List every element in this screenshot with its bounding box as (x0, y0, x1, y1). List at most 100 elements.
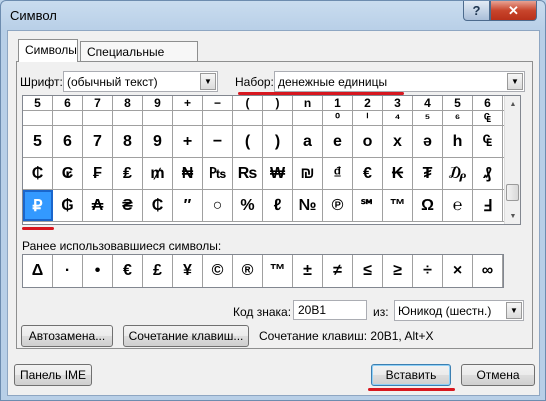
recent-symbol-cell[interactable]: ¥ (173, 255, 203, 287)
close-button[interactable]: ✕ (490, 1, 537, 21)
symbol-cell[interactable]: ₩ (263, 158, 293, 189)
symbol-cell[interactable]: ₯ (443, 158, 473, 189)
recent-symbol-cell[interactable]: • (83, 255, 113, 287)
selected-symbol-cell[interactable]: ₽ (23, 190, 53, 221)
symbol-cell[interactable]: ) (263, 126, 293, 157)
symbol-cell[interactable]: 6 (53, 126, 83, 157)
symbol-cell[interactable]: 5 (23, 126, 53, 157)
subset-select[interactable]: денежные единицы ▼ (274, 71, 525, 92)
symbol-cell[interactable]: ) (263, 96, 293, 110)
symbol-cell[interactable] (83, 110, 113, 125)
chevron-down-icon[interactable]: ▼ (507, 73, 523, 90)
recent-symbol-cell[interactable]: × (443, 255, 473, 287)
symbol-cell[interactable]: % (233, 190, 263, 221)
symbol-cell[interactable] (173, 110, 203, 125)
recent-symbol-cell[interactable]: ± (293, 255, 323, 287)
symbol-cell[interactable]: ₪ (293, 158, 323, 189)
symbol-cell[interactable]: x (383, 126, 413, 157)
recent-symbol-cell[interactable]: Δ (23, 255, 53, 287)
char-code-field[interactable]: 20B1 (293, 300, 367, 320)
symbol-cell[interactable]: a (293, 126, 323, 157)
symbol-cell[interactable]: 2 (353, 96, 383, 110)
symbol-cell[interactable]: 9 (143, 126, 173, 157)
chevron-down-icon[interactable]: ▼ (506, 302, 522, 319)
symbol-cell[interactable]: ₨ (233, 158, 263, 189)
shortcut-key-button[interactable]: Сочетание клавиш... (123, 325, 249, 347)
recent-symbols-list[interactable]: Δ · • € £ ¥ © ® ™ ± ≠ ≤ ≥ ÷ × ∞ (22, 254, 504, 288)
symbol-cell[interactable]: ₧ (203, 158, 233, 189)
symbol-cell[interactable] (53, 110, 83, 125)
symbol-cell[interactable]: ₤ (113, 158, 143, 189)
symbol-cell[interactable]: ⁶ (443, 110, 473, 125)
symbol-cell[interactable]: 8 (113, 126, 143, 157)
symbol-cell[interactable]: − (203, 126, 233, 157)
recent-symbol-cell[interactable]: ÷ (413, 255, 443, 287)
symbol-cell[interactable]: ℗ (323, 190, 353, 221)
symbol-cell[interactable]: ℠ (353, 190, 383, 221)
help-button[interactable]: ? (463, 1, 490, 21)
symbol-cell[interactable]: ₣ (83, 158, 113, 189)
recent-symbol-cell[interactable]: ∞ (473, 255, 503, 287)
symbol-cell[interactable]: № (293, 190, 323, 221)
symbol-cell[interactable] (23, 110, 53, 125)
symbol-cell[interactable]: ( (233, 126, 263, 157)
symbol-cell[interactable]: 6 (473, 96, 503, 110)
symbol-cell[interactable]: Ⅎ (473, 190, 503, 221)
symbol-cell[interactable]: ₠ (473, 110, 503, 125)
scroll-up-icon[interactable]: ▲ (505, 96, 520, 112)
recent-symbol-cell[interactable]: ≠ (323, 255, 353, 287)
symbol-cell[interactable]: ₮ (413, 158, 443, 189)
recent-symbol-cell[interactable]: · (53, 255, 83, 287)
symbol-grid-scrollbar[interactable]: ▲ ▼ (504, 96, 520, 224)
symbol-cell[interactable]: ₵ (23, 158, 53, 189)
symbol-cell[interactable]: + (173, 96, 203, 110)
symbol-cell[interactable]: ₲ (53, 190, 83, 221)
symbol-cell[interactable]: ⁱ (353, 110, 383, 125)
symbol-cell[interactable]: ₢ (53, 158, 83, 189)
symbol-cell[interactable]: 3 (383, 96, 413, 110)
symbol-cell[interactable]: − (203, 96, 233, 110)
symbol-cell[interactable]: ○ (203, 190, 233, 221)
symbol-cell[interactable]: € (353, 158, 383, 189)
symbol-cell[interactable]: h (443, 126, 473, 157)
font-select[interactable]: (обычный текст) ▼ (63, 71, 218, 92)
recent-symbol-cell[interactable]: ≥ (383, 255, 413, 287)
symbol-cell[interactable]: ( (233, 96, 263, 110)
symbol-cell[interactable]: 5 (443, 96, 473, 110)
symbol-cell[interactable]: ə (413, 126, 443, 157)
recent-symbol-cell[interactable]: © (203, 255, 233, 287)
symbol-cell[interactable]: ″ (173, 190, 203, 221)
symbol-cell[interactable]: 8 (113, 96, 143, 110)
symbol-cell[interactable]: ⁵ (413, 110, 443, 125)
symbol-cell[interactable]: ₰ (473, 158, 503, 189)
symbol-cell[interactable]: ₦ (173, 158, 203, 189)
symbol-cell[interactable]: 4 (413, 96, 443, 110)
symbol-cell[interactable]: ₠ (473, 126, 503, 157)
symbol-cell[interactable]: 1 (323, 96, 353, 110)
symbol-cell[interactable]: 9 (143, 96, 173, 110)
chevron-down-icon[interactable]: ▼ (200, 73, 216, 90)
symbol-cell[interactable]: ℓ (263, 190, 293, 221)
symbol-cell[interactable] (263, 110, 293, 125)
scroll-thumb[interactable] (506, 184, 519, 201)
tab-symbols[interactable]: Символы (18, 39, 78, 62)
symbol-cell[interactable]: ₵ (143, 190, 173, 221)
symbol-grid[interactable]: 5 6 7 8 9 + −() n 1 2 3 4 5 6 ⁰ ⁱ ⁴ ⁵ ⁶ ₠ 5 6 7 8 9 + −() a e o x ə h ₠ ₵ ₢… (23, 96, 506, 222)
autocorrect-button[interactable]: Автозамена... (21, 325, 113, 347)
symbol-cell[interactable] (143, 110, 173, 125)
symbol-cell[interactable] (233, 110, 263, 125)
symbol-cell[interactable]: n (293, 96, 323, 110)
symbol-cell[interactable] (203, 110, 233, 125)
recent-symbol-cell[interactable]: £ (143, 255, 173, 287)
encoding-select[interactable]: Юникод (шестн.) ▼ (394, 300, 524, 321)
symbol-cell[interactable]: ₥ (143, 158, 173, 189)
tab-special-characters[interactable]: Специальные знаки (80, 41, 198, 73)
symbol-cell[interactable]: ⁴ (383, 110, 413, 125)
symbol-cell[interactable]: ₳ (83, 190, 113, 221)
title-bar[interactable]: Символ ? ✕ (1, 1, 546, 31)
symbol-cell[interactable]: 6 (53, 96, 83, 110)
symbol-cell[interactable]: ₭ (383, 158, 413, 189)
symbol-cell[interactable] (293, 110, 323, 125)
symbol-cell[interactable]: e (323, 126, 353, 157)
recent-symbol-cell[interactable]: ® (233, 255, 263, 287)
